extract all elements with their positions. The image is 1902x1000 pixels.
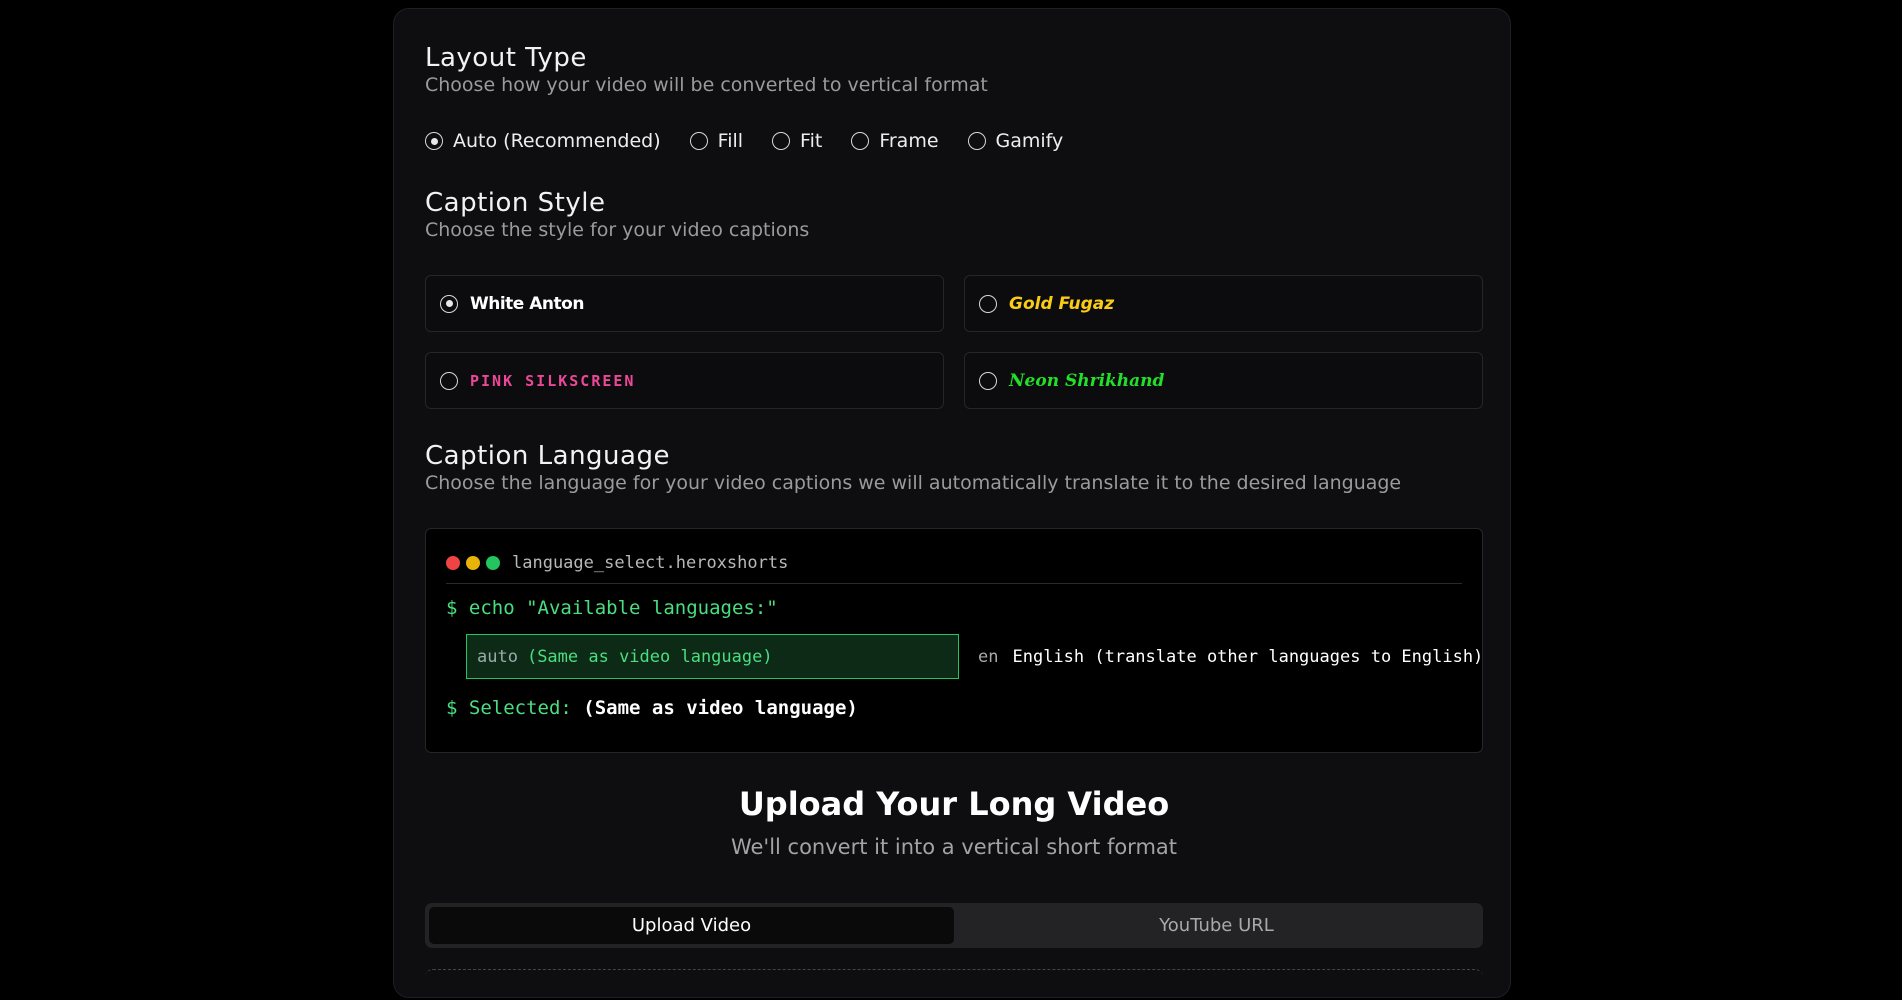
layout-option-fit[interactable]: Fit: [772, 130, 822, 152]
terminal-titlebar: language_select.heroxshorts: [446, 543, 1462, 584]
minimize-dot-icon: [466, 556, 480, 570]
close-dot-icon: [446, 556, 460, 570]
caption-style-gold-fugaz[interactable]: Gold Fugaz: [964, 275, 1483, 332]
selected-language-line: $ Selected: (Same as video language): [446, 697, 858, 719]
language-option-auto[interactable]: auto (Same as video language): [466, 634, 959, 679]
radio-selected-icon[interactable]: [425, 132, 443, 150]
tab-youtube-url[interactable]: YouTube URL: [954, 907, 1479, 944]
layout-option-label: Frame: [879, 130, 939, 152]
language-code: auto: [477, 646, 518, 667]
selected-language-value: (Same as video language): [583, 697, 858, 719]
language-name: English (translate other languages to En…: [1012, 646, 1484, 667]
radio-icon[interactable]: [689, 132, 708, 150]
layout-option-label: Gamify: [995, 130, 1064, 152]
caption-style-label: Neon Shrikhand: [1009, 370, 1165, 391]
language-name: (Same as video language): [526, 646, 773, 667]
layout-option-label: Auto (Recommended): [453, 130, 661, 152]
radio-icon[interactable]: [979, 294, 997, 313]
terminal-title: language_select.heroxshorts: [512, 553, 789, 573]
terminal-command: $ echo "Available languages:": [446, 597, 778, 619]
radio-selected-icon[interactable]: [440, 294, 458, 313]
settings-card: Layout Type Choose how your video will b…: [393, 8, 1511, 998]
radio-icon[interactable]: [851, 132, 870, 150]
caption-style-neon-shrikhand[interactable]: Neon Shrikhand: [964, 352, 1483, 409]
selected-prefix: $ Selected:: [446, 697, 572, 719]
caption-language-heading: Caption Language: [425, 441, 670, 471]
language-code: en: [978, 646, 999, 667]
language-terminal: language_select.heroxshorts $ echo "Avai…: [425, 528, 1483, 753]
caption-style-white-anton[interactable]: White Anton: [425, 275, 944, 332]
upload-title: Upload Your Long Video: [738, 785, 1170, 823]
language-option-en[interactable]: en English (translate other languages to…: [978, 634, 1483, 679]
caption-style-label: White Anton: [470, 293, 584, 314]
layout-option-frame[interactable]: Frame: [851, 130, 939, 152]
upload-dropzone[interactable]: [425, 969, 1483, 1000]
radio-icon[interactable]: [440, 371, 458, 390]
upload-subtitle: We'll convert it into a vertical short f…: [730, 835, 1178, 859]
caption-style-description: Choose the style for your video captions: [425, 219, 810, 241]
caption-language-description: Choose the language for your video capti…: [425, 472, 1402, 494]
layout-option-auto[interactable]: Auto (Recommended): [425, 130, 661, 152]
radio-icon[interactable]: [979, 371, 997, 390]
upload-tabs: Upload Video YouTube URL: [425, 903, 1483, 948]
caption-style-pink-silkscreen[interactable]: PINK SILKSCREEN: [425, 352, 944, 409]
radio-icon[interactable]: [772, 132, 791, 150]
radio-icon[interactable]: [967, 132, 986, 150]
layout-option-label: Fit: [800, 130, 823, 152]
layout-option-gamify[interactable]: Gamify: [967, 130, 1064, 152]
layout-option-fill[interactable]: Fill: [689, 130, 744, 152]
tab-upload-video[interactable]: Upload Video: [429, 907, 954, 944]
layout-type-heading: Layout Type: [425, 43, 587, 73]
maximize-dot-icon: [486, 556, 500, 570]
caption-style-label: Gold Fugaz: [1009, 293, 1115, 314]
layout-type-radio-group: Auto (Recommended) Fill Fit Frame Gamify: [425, 130, 1092, 152]
layout-type-description: Choose how your video will be converted …: [425, 74, 988, 96]
caption-style-label: PINK SILKSCREEN: [470, 371, 636, 390]
caption-style-heading: Caption Style: [425, 188, 606, 218]
layout-option-label: Fill: [717, 130, 744, 152]
